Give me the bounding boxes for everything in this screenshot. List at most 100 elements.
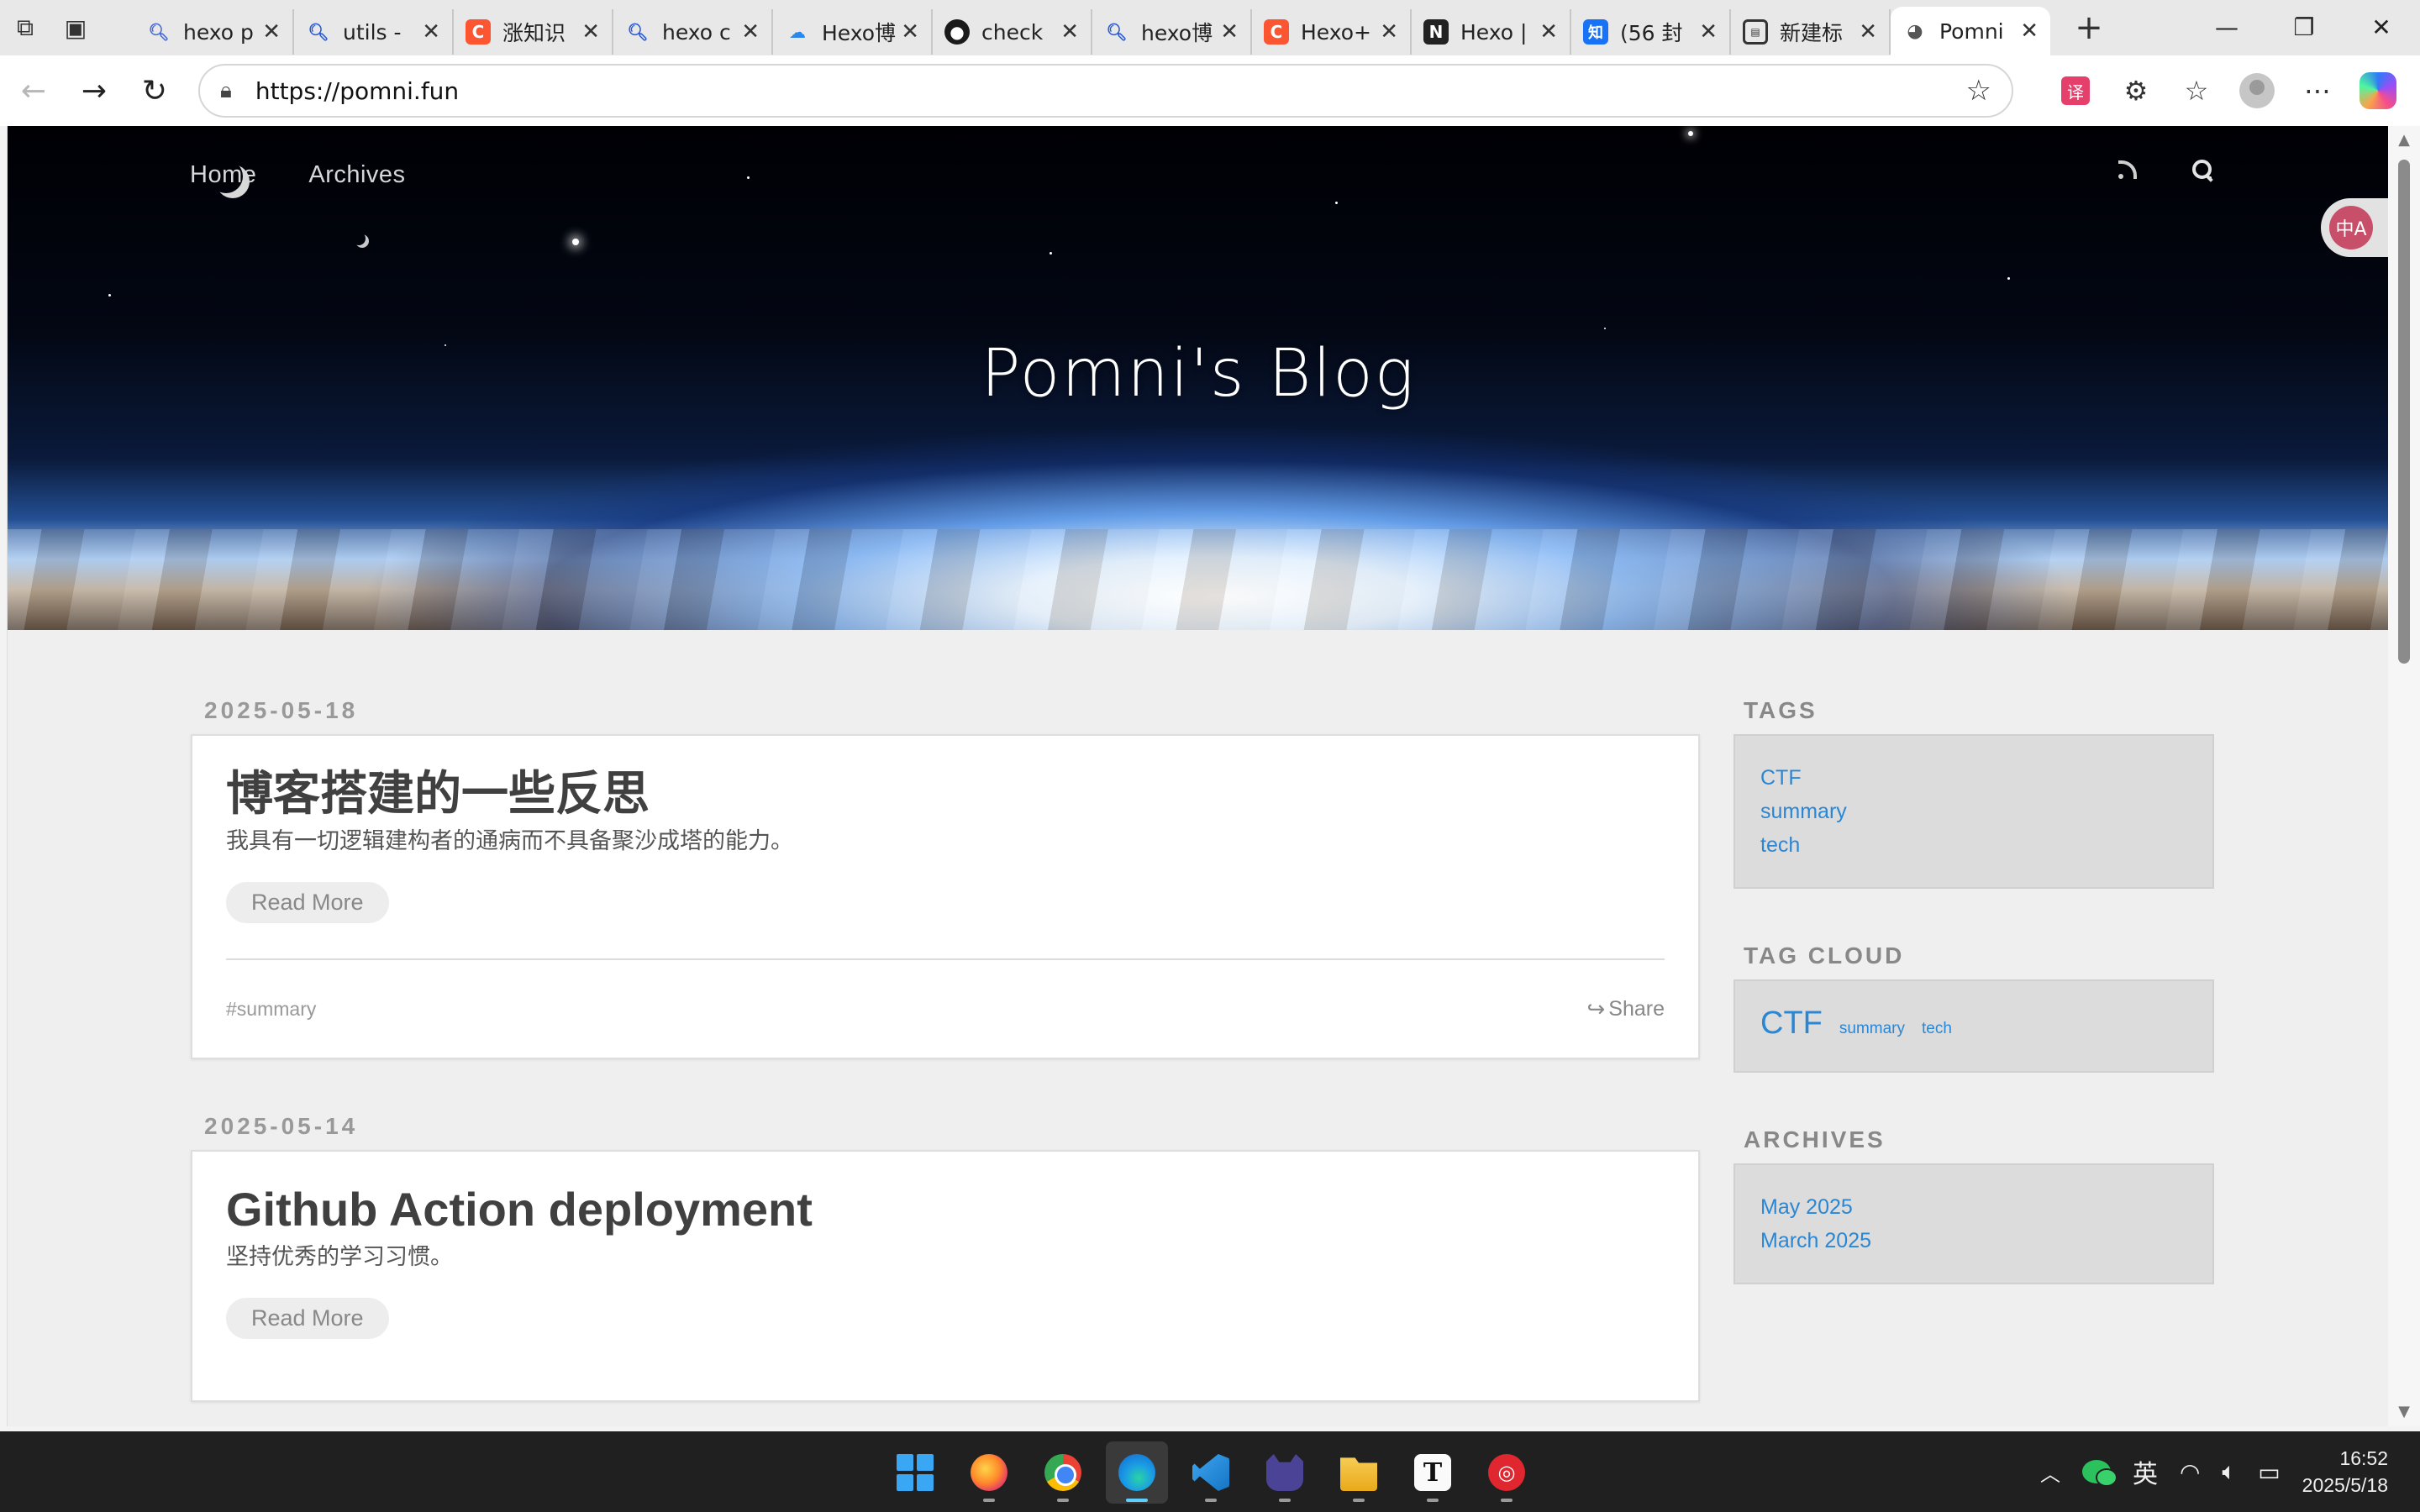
restore-button[interactable]: ❐ — [2265, 0, 2343, 54]
tab-title: check — [981, 19, 1044, 45]
tab-title: hexo c — [662, 19, 731, 45]
clock[interactable]: 16:52 2025/5/18 — [2302, 1445, 2388, 1499]
close-icon[interactable]: ✕ — [1380, 19, 1398, 45]
input-method-indicator[interactable]: 英 — [2133, 1453, 2158, 1490]
github-icon: ● — [944, 19, 970, 45]
sidebar: TAGS CTF summary tech TAG CLOUD CTF summ… — [1733, 697, 2214, 1338]
cloud-layer — [8, 529, 2388, 630]
taskbar-file-explorer[interactable] — [1328, 1441, 1390, 1504]
site-info-icon[interactable]: 🔒︎ — [220, 78, 232, 104]
tag-link[interactable]: tech — [1760, 828, 2187, 862]
more-menu-icon[interactable]: ⋯ — [2287, 62, 2348, 119]
new-tab-button[interactable]: + — [2065, 4, 2112, 51]
close-icon[interactable]: ✕ — [1220, 19, 1239, 45]
close-icon[interactable]: ✕ — [422, 19, 440, 45]
post-title[interactable]: 博客搭建的一些反思 — [226, 764, 1665, 823]
refresh-button[interactable]: ↻ — [124, 60, 185, 121]
wifi-icon[interactable]: ◠ — [2180, 1458, 2200, 1486]
volume-icon[interactable]: 🔈︎ — [2222, 1457, 2236, 1486]
close-icon[interactable]: ✕ — [262, 19, 281, 45]
tab-8[interactable]: N Hexo | ✕ — [1412, 9, 1571, 55]
close-icon[interactable]: ✕ — [581, 19, 600, 45]
archives-widget: May 2025 March 2025 — [1733, 1163, 2214, 1284]
page-scrollbar[interactable]: ▲ ▼ — [2388, 126, 2420, 1426]
tab-7[interactable]: C Hexo+ ✕ — [1252, 9, 1412, 55]
extensions-icon[interactable]: ⚙ — [2106, 62, 2166, 119]
wechat-icon[interactable] — [2081, 1460, 2118, 1487]
close-window-button[interactable]: ✕ — [2343, 0, 2420, 54]
tab-5[interactable]: ● check ✕ — [933, 9, 1092, 55]
tab-1[interactable]: 🔍︎ utils - ✕ — [294, 9, 454, 55]
close-icon[interactable]: ✕ — [1539, 19, 1558, 45]
battery-icon[interactable]: ▭ — [2258, 1458, 2280, 1486]
taskbar-edge[interactable] — [1106, 1441, 1168, 1504]
nav-home-link[interactable]: Home — [190, 161, 256, 189]
vertical-tabs-icon[interactable]: ▣ — [50, 0, 101, 55]
tag-cloud-link[interactable]: CTF — [1760, 1006, 1823, 1040]
nav-archives-link[interactable]: Archives — [308, 161, 405, 189]
tab-11-active[interactable]: ◕ Pomni ✕ — [1891, 7, 2050, 55]
chevron-up-icon[interactable]: ︿ — [2040, 1457, 2060, 1487]
post-tag-link[interactable]: #summary — [226, 998, 316, 1021]
taskbar-netease-music[interactable]: ◎ — [1476, 1441, 1538, 1504]
window-controls: — ❐ ✕ — [2188, 0, 2420, 54]
taskbar-firefox[interactable] — [958, 1441, 1020, 1504]
taskbar-cat-app[interactable] — [1254, 1441, 1316, 1504]
url-text[interactable]: https://pomni.fun — [255, 77, 459, 105]
taskbar-vscode[interactable] — [1180, 1441, 1242, 1504]
favorite-star-icon[interactable]: ☆ — [1966, 74, 1991, 108]
start-button[interactable] — [884, 1441, 946, 1504]
tab-title: hexo p — [183, 19, 254, 45]
close-icon[interactable]: ✕ — [1859, 19, 1877, 45]
running-indicator — [983, 1499, 995, 1502]
translate-extension-button[interactable]: 译 — [2045, 62, 2106, 119]
scroll-thumb[interactable] — [2398, 160, 2410, 664]
taskbar-typora[interactable]: T — [1402, 1441, 1464, 1504]
read-more-button[interactable]: Read More — [226, 882, 389, 923]
tag-cloud-link[interactable]: tech — [1922, 1012, 1952, 1046]
close-icon[interactable]: ✕ — [741, 19, 760, 45]
archive-link[interactable]: March 2025 — [1760, 1224, 2187, 1257]
scroll-down-arrow[interactable]: ▼ — [2395, 1403, 2413, 1421]
back-button[interactable]: ← — [3, 60, 64, 121]
pomni-icon: ◕ — [1907, 20, 1923, 42]
tab-4[interactable]: ☁ Hexo博 ✕ — [773, 9, 933, 55]
forward-button[interactable]: → — [64, 60, 124, 121]
copilot-button[interactable] — [2348, 62, 2408, 119]
rss-icon[interactable] — [2118, 160, 2137, 179]
post-title[interactable]: Github Action deployment — [226, 1180, 1665, 1239]
address-bar[interactable]: 🔒︎ https://pomni.fun ☆ — [198, 64, 2013, 118]
star-decoration — [1688, 131, 1693, 136]
tab-9[interactable]: 知 (56 封 ✕ — [1571, 9, 1731, 55]
close-icon[interactable]: ✕ — [1060, 19, 1079, 45]
tab-6[interactable]: 🔍︎ hexo博 ✕ — [1092, 9, 1252, 55]
running-indicator — [1353, 1499, 1365, 1502]
workspaces-icon[interactable]: ⧉ — [0, 0, 50, 55]
close-icon[interactable]: ✕ — [901, 19, 919, 45]
tag-link[interactable]: CTF — [1760, 761, 2187, 795]
scroll-up-arrow[interactable]: ▲ — [2395, 131, 2413, 150]
clock-date: 2025/5/18 — [2302, 1474, 2388, 1496]
profile-button[interactable] — [2227, 62, 2287, 119]
tab-3[interactable]: 🔍︎ hexo c ✕ — [613, 9, 773, 55]
translate-icon: 中A — [2329, 206, 2373, 249]
post-card: Github Action deployment 坚持优秀的学习习惯。 Read… — [191, 1150, 1700, 1402]
running-indicator — [1126, 1499, 1148, 1502]
archive-link[interactable]: May 2025 — [1760, 1190, 2187, 1224]
favorites-icon[interactable]: ☆ — [2166, 62, 2227, 119]
tab-0[interactable]: 🔍︎ hexo p ✕ — [134, 9, 294, 55]
tab-10[interactable]: ▤ 新建标 ✕ — [1731, 9, 1891, 55]
minimize-button[interactable]: — — [2188, 0, 2265, 54]
tab-2[interactable]: C 涨知识 ✕ — [454, 9, 613, 55]
taskbar-chrome[interactable] — [1032, 1441, 1094, 1504]
search-icon[interactable] — [2192, 160, 2212, 180]
close-icon[interactable]: ✕ — [2020, 18, 2039, 44]
tag-cloud-link[interactable]: summary — [1839, 1012, 1905, 1046]
share-button[interactable]: ↪ Share — [1586, 996, 1665, 1022]
system-tray: ︿ 英 ◠ 🔈︎ ▭ 16:52 2025/5/18 — [2040, 1431, 2388, 1512]
tag-link[interactable]: summary — [1760, 795, 2187, 828]
read-more-button[interactable]: Read More — [226, 1298, 389, 1339]
star-decoration — [572, 239, 579, 245]
floating-translate-button[interactable]: 中A — [2321, 198, 2388, 257]
close-icon[interactable]: ✕ — [1699, 19, 1718, 45]
